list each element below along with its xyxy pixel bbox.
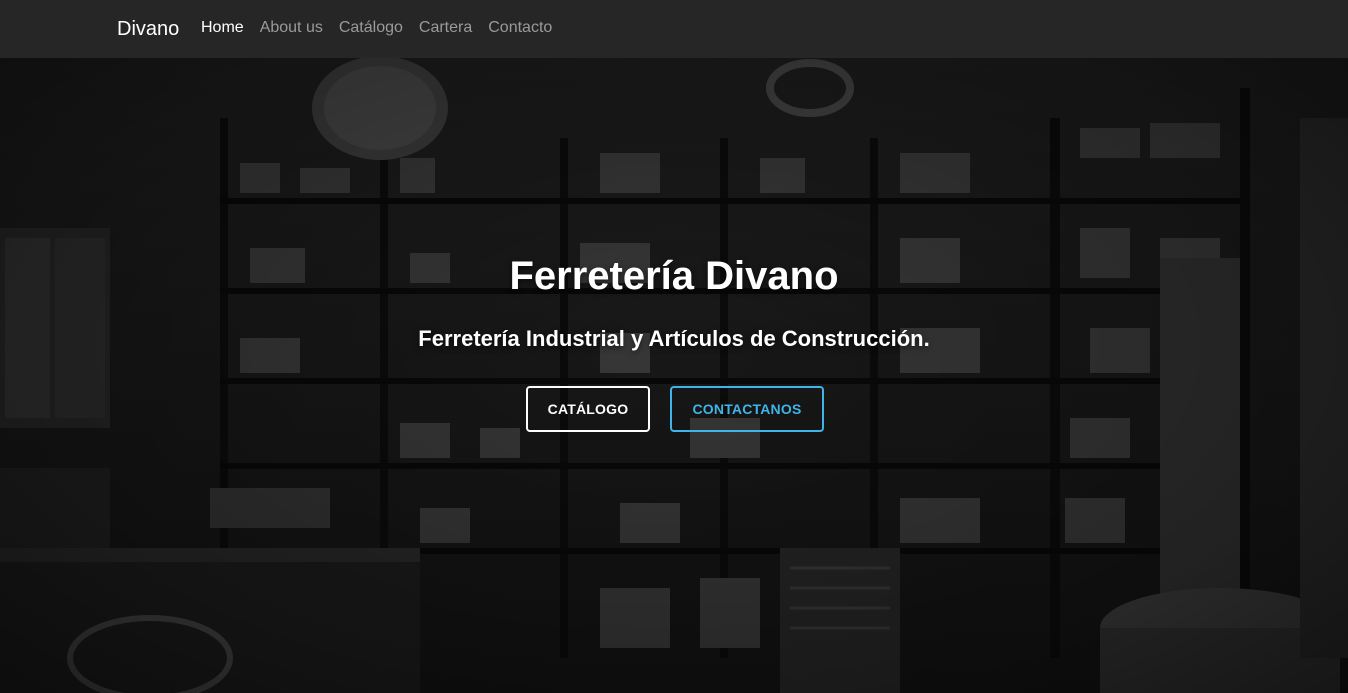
navbar: Divano Home About us Catálogo Cartera Co… [0,0,1348,58]
nav-home[interactable]: Home [201,18,244,38]
brand-link[interactable]: Divano [117,17,179,41]
nav-menu: Home About us Catálogo Cartera Contacto [201,18,568,38]
nav-catalogo[interactable]: Catálogo [339,18,403,38]
hero-title: Ferretería Divano [509,254,839,298]
nav-contacto[interactable]: Contacto [488,18,552,38]
nav-cartera[interactable]: Cartera [419,18,472,38]
nav-about-us[interactable]: About us [260,18,323,38]
catalogo-button[interactable]: CATÁLOGO [526,386,650,432]
contactanos-button[interactable]: CONTACTANOS [670,386,824,432]
hero-subtitle: Ferretería Industrial y Artículos de Con… [418,326,930,351]
hero-section: Ferretería Divano Ferretería Industrial … [0,58,1348,693]
hero-overlay [0,58,1348,693]
